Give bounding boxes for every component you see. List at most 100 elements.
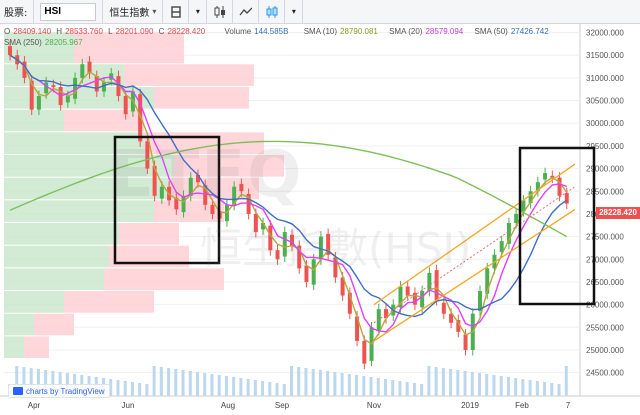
volume-bar [333, 372, 337, 396]
volume-bar [261, 381, 265, 396]
low-value: 28201.090 [115, 27, 154, 36]
volume-profile-up-bar [4, 132, 144, 154]
volume-bar [427, 366, 431, 396]
volume-bar [463, 371, 467, 396]
volume-bar [290, 366, 293, 396]
volume-bar [109, 379, 113, 396]
symbol-field-wrap [34, 0, 104, 24]
candle-body [159, 186, 164, 199]
toolbar: 股票: 恒生指數 ▾ ▾ ▾ [0, 0, 640, 24]
volume-profile-up-bar [4, 109, 64, 132]
volume-bar [391, 380, 395, 396]
candle-body [253, 213, 258, 233]
volume-bar [514, 378, 518, 396]
volume-bar [434, 367, 438, 396]
volume-bar [174, 369, 178, 396]
line-chart-icon [239, 7, 253, 15]
branding-text: charts by TradingView [26, 386, 105, 396]
y-tick-label: 29500.000 [586, 142, 624, 151]
sma10-value: 28790.081 [340, 27, 378, 36]
y-tick-label: 25000.000 [586, 346, 624, 355]
candle-body [65, 96, 70, 103]
x-tick-label: Aug [221, 401, 235, 410]
volume-bar [311, 369, 315, 396]
volume-bar [268, 382, 272, 396]
candle-body [362, 340, 367, 364]
volume-bar [384, 379, 387, 396]
candle-body [239, 184, 244, 192]
candle-body [36, 96, 41, 110]
sma20-value: 28579.094 [425, 27, 464, 36]
indicator-button[interactable] [259, 0, 286, 24]
volume-bar [420, 384, 424, 396]
price-chart[interactable]: 32000.000 31500.000 31000.000 30500.000 3000… [0, 24, 640, 415]
y-tick-label: 29000.000 [586, 165, 624, 174]
volume-bar [564, 366, 568, 396]
x-tick-label: Jun [122, 401, 135, 410]
sma20-label: SMA (20) [389, 27, 423, 36]
high-key: H [56, 27, 63, 36]
candle-body [405, 286, 410, 296]
candle-body [145, 141, 150, 169]
chart-style-dropdown[interactable]: ▾ [189, 0, 208, 24]
volume-profile-up-bar [4, 291, 64, 313]
candlestick-button[interactable] [207, 0, 234, 24]
volume-profile-up-bar [4, 313, 34, 336]
volume-profile-down-bar [24, 336, 49, 359]
volume-bar [441, 368, 445, 396]
volume-bar [123, 381, 127, 396]
candle-body [44, 82, 49, 94]
volume-bar [398, 381, 402, 396]
sma250-row: SMA (250) 28205.967 [4, 37, 552, 48]
x-tick-label: 2019 [461, 401, 479, 410]
symbol-input[interactable] [40, 2, 97, 21]
volume-bar [275, 383, 279, 396]
volume-profile-down-bar [34, 313, 74, 336]
volume-bar [362, 376, 366, 396]
volume-bar [188, 371, 192, 396]
chevron-down-icon: ▾ [195, 7, 200, 16]
volume-bar [130, 382, 134, 396]
chevron-down-icon: ▾ [291, 7, 296, 16]
volume-bar [456, 370, 460, 396]
line-chart-button[interactable] [233, 0, 260, 24]
y-tick-label: 30000.000 [586, 119, 624, 128]
indicator-dropdown[interactable]: ▾ [285, 0, 304, 24]
volume-bar [282, 384, 286, 396]
tradingview-badge[interactable]: charts by TradingView [8, 384, 110, 398]
open-key: O [4, 27, 11, 36]
volume-bar [550, 383, 554, 396]
close-value: 28228.420 [167, 27, 206, 36]
candle-body [304, 265, 309, 282]
volume-bar [412, 383, 416, 396]
candle-body [51, 85, 56, 87]
volume-profile-up-bar [4, 223, 119, 245]
candle-body [543, 173, 548, 180]
volume-bar [304, 368, 308, 396]
y-tick-label: 31500.000 [586, 51, 624, 60]
y-tick-label: 28500.000 [586, 187, 624, 196]
bar-interval-button[interactable] [163, 0, 190, 24]
volume-label: Volume [224, 27, 252, 36]
y-tick-label: 25500.000 [586, 323, 624, 332]
volume-bar [181, 370, 185, 396]
candle-body [123, 96, 128, 115]
volume-bar [116, 380, 120, 396]
volume-bar [478, 373, 481, 396]
volume-bar [145, 384, 149, 396]
candle-body [441, 302, 446, 314]
volume-bar [253, 380, 257, 396]
candle-body [282, 232, 287, 257]
volume-profile-down-bar [144, 132, 264, 154]
volume-bar [521, 379, 525, 396]
volume-bar [239, 378, 243, 396]
index-select[interactable]: 恒生指數 ▾ [103, 0, 164, 24]
volume-bar [347, 374, 351, 396]
volume-bar [203, 373, 207, 396]
x-tick-label: Nov [367, 401, 381, 410]
volume-profile-up-bar [4, 336, 24, 359]
volume-bar [340, 373, 344, 396]
sma250-label: SMA (250) [4, 38, 42, 47]
volume-bar [449, 369, 453, 396]
volume-bar [528, 380, 532, 396]
